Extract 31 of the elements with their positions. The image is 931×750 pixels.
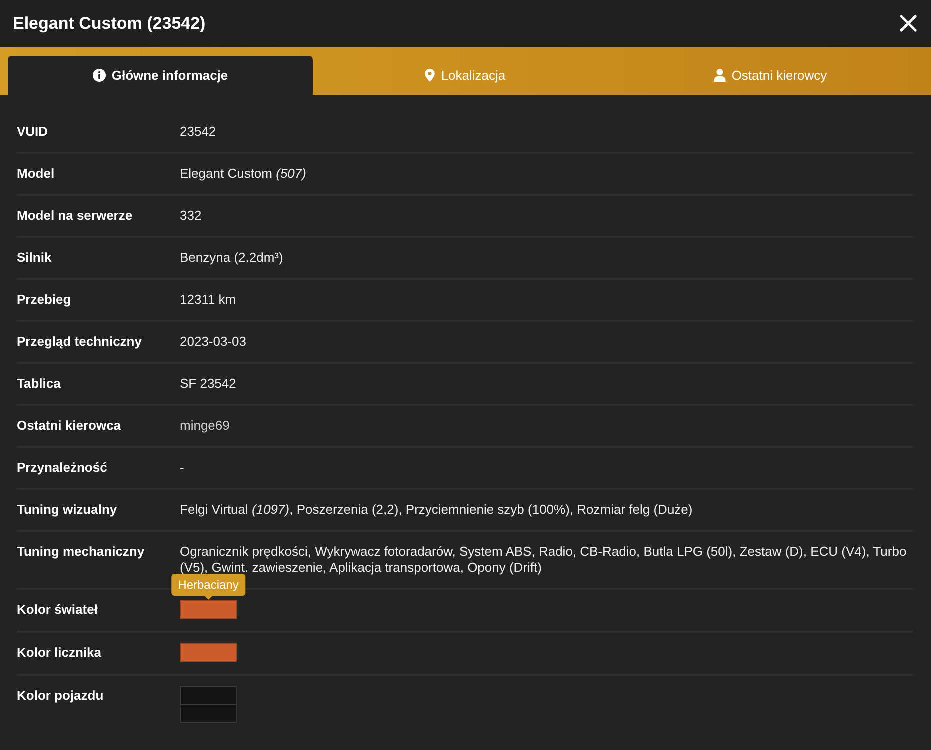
- field-label: Przegląd techniczny: [17, 334, 143, 350]
- field-value: Elegant Custom (507): [180, 166, 308, 182]
- field-value: SF 23542: [180, 376, 238, 392]
- window-title: Elegant Custom (23542): [13, 14, 206, 34]
- field-label: Tuning wizualny: [17, 502, 118, 518]
- field-label: VUID: [17, 124, 50, 140]
- field-label: Przynależność: [17, 460, 108, 476]
- close-button[interactable]: [900, 15, 917, 32]
- field-value: Felgi Virtual (1097), Poszerzenia (2,2), Przyciemnienie szyb (100%), Rozmiar felg (Duże): [180, 502, 694, 518]
- user-icon: [714, 69, 726, 82]
- field-label: Kolor świateł: [17, 602, 99, 619]
- field-value: Ogranicznik prędkości, Wykrywacz fotoradarów, System ABS, Radio, CB-Radio, Butla LPG (50l), Zestaw (D), ECU (V4), Turbo (V5), Gwint. zawieszenie, Aplikacja transportowa, Opony (Drift): [180, 544, 908, 576]
- field-value: 23542: [180, 124, 218, 140]
- field-label: Przebieg: [17, 292, 72, 308]
- field-value: 12311 km: [180, 292, 238, 308]
- field-value: 2023-03-03: [180, 334, 248, 350]
- field-value: 332: [180, 208, 203, 224]
- field-label: Tablica: [17, 376, 62, 392]
- field-label: Model na serwerze: [17, 208, 134, 224]
- field-label: Ostatni kierowca: [17, 418, 122, 434]
- field-label: Kolor pojazdu: [17, 688, 105, 705]
- field-label: Model: [17, 166, 56, 182]
- info-icon: [92, 69, 106, 82]
- field-value: Benzyna (2.2dm³): [180, 250, 284, 266]
- map-pin-icon: [425, 69, 436, 82]
- field-value: -: [180, 460, 186, 476]
- field-label: Kolor licznika: [17, 645, 103, 662]
- field-label: Tuning mechaniczny: [17, 544, 146, 561]
- tab[interactable]: Główne informacje: [8, 56, 313, 95]
- field-label: Silnik: [17, 250, 53, 266]
- driver-link[interactable]: minge69: [180, 418, 230, 434]
